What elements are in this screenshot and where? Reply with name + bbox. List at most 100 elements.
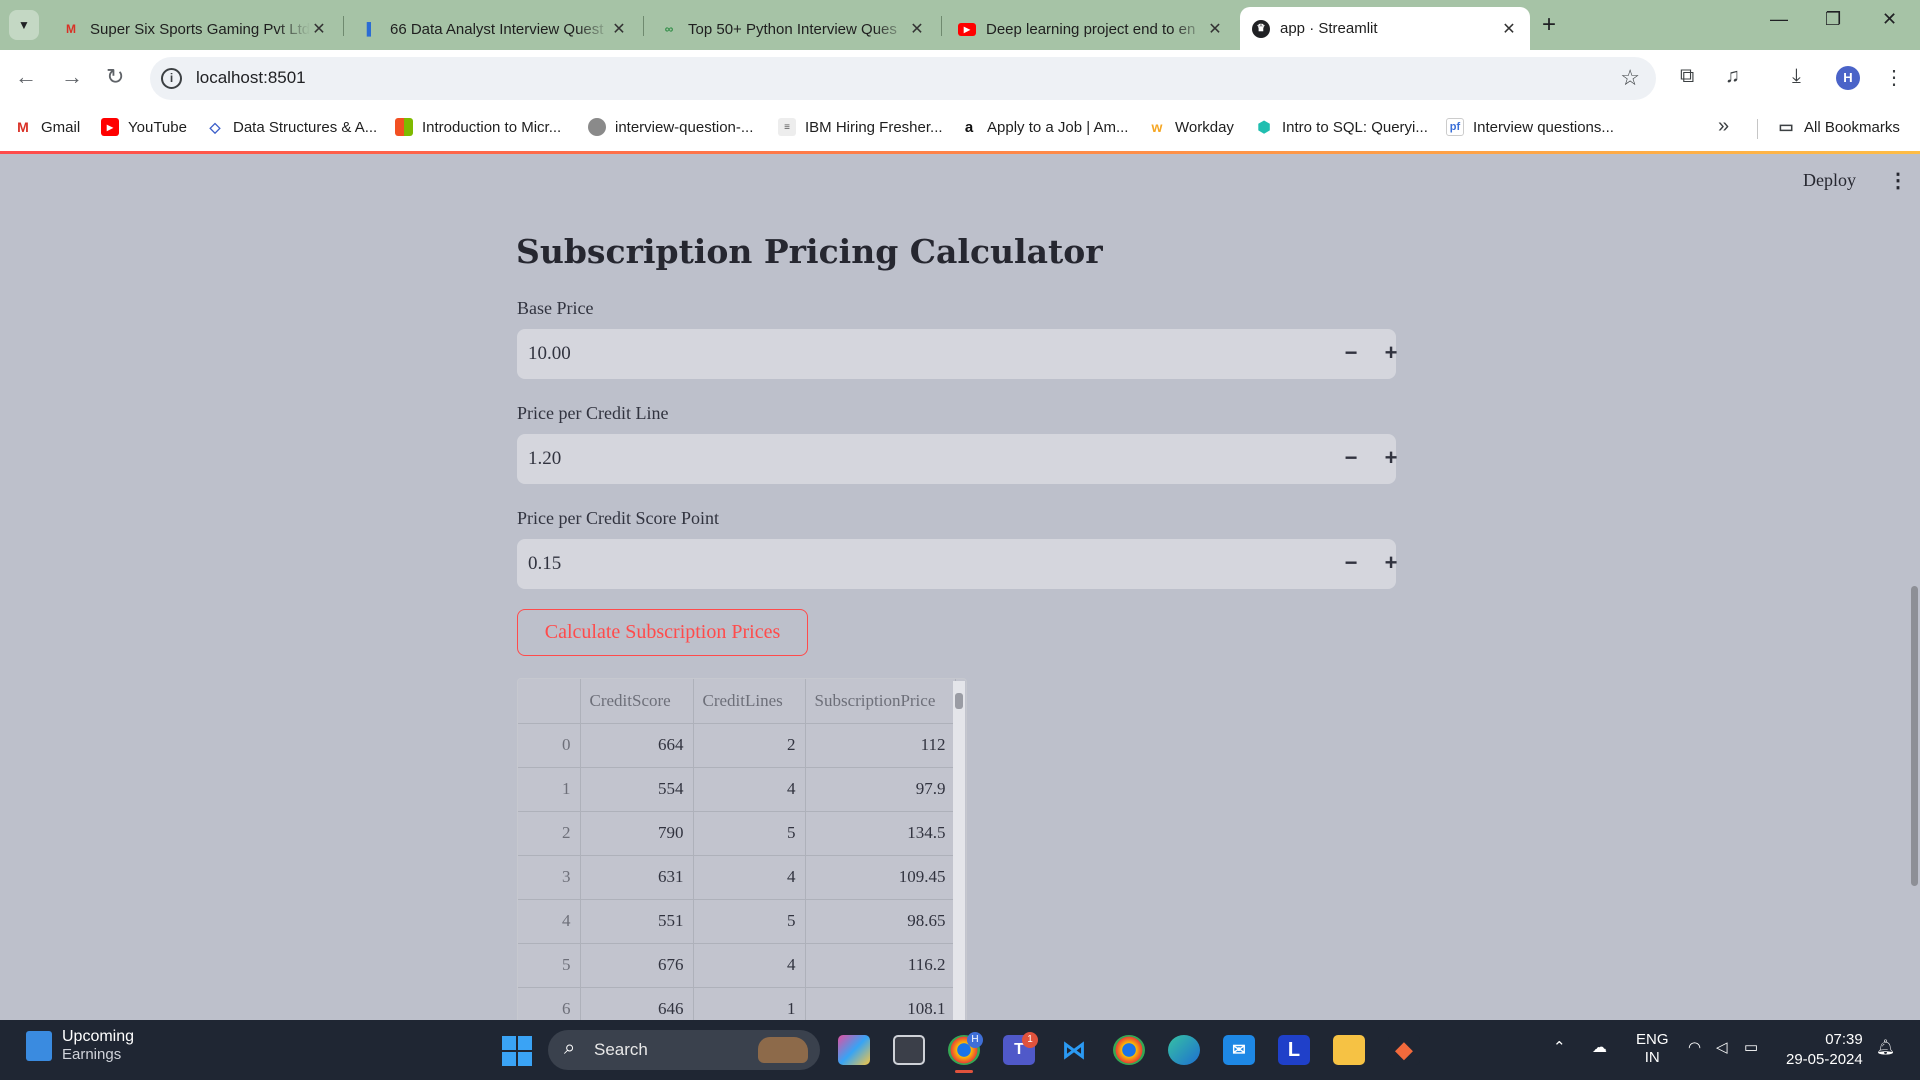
minimize-icon[interactable]: — — [1770, 9, 1788, 30]
task-view-icon[interactable] — [893, 1035, 925, 1065]
table-cell[interactable]: 109.45 — [805, 855, 956, 900]
url-text[interactable]: localhost:8501 — [196, 68, 306, 88]
onedrive-icon[interactable]: ☁ — [1592, 1038, 1607, 1056]
table-cell[interactable]: 4 — [693, 943, 806, 988]
browser-tab[interactable]: ▌ 66 Data Analyst Interview Quest ✕ — [350, 8, 640, 50]
table-scrollbar[interactable] — [953, 681, 965, 1020]
close-icon[interactable]: ✕ — [1206, 19, 1224, 39]
clock[interactable]: 07:39 29-05-2024 — [1786, 1030, 1863, 1070]
results-dataframe[interactable]: CreditScore CreditLines SubscriptionPric… — [517, 678, 967, 1020]
table-cell[interactable]: 4 — [693, 855, 806, 900]
browser-tab[interactable]: ▶ Deep learning project end to en ✕ — [946, 8, 1236, 50]
bookmark-item[interactable]: ▶ YouTube — [101, 107, 187, 147]
notification-bell-icon[interactable]: 🔔︎ — [1876, 1038, 1895, 1056]
decrement-button[interactable]: − — [1334, 442, 1368, 476]
bookmark-star-icon[interactable]: ☆ — [1620, 65, 1640, 91]
bookmark-item[interactable]: interview-question-... — [588, 107, 753, 147]
media-controls-icon[interactable]: ♫ — [1725, 65, 1740, 88]
git-icon[interactable]: ◆ — [1388, 1035, 1420, 1065]
table-cell[interactable]: 2 — [693, 723, 806, 768]
mail-icon[interactable]: ✉ — [1223, 1035, 1255, 1065]
close-icon[interactable]: ✕ — [310, 19, 328, 39]
window-close-icon[interactable]: ✕ — [1882, 9, 1897, 30]
close-icon[interactable]: ✕ — [1500, 19, 1518, 39]
increment-button[interactable]: + — [1374, 547, 1408, 581]
table-cell[interactable]: 664 — [580, 723, 694, 768]
decrement-button[interactable]: − — [1334, 337, 1368, 371]
bookmark-item[interactable]: ≡ IBM Hiring Fresher... — [778, 107, 943, 147]
bookmark-item[interactable]: pf Interview questions... — [1446, 107, 1614, 147]
base-price-input[interactable]: 10.00 − + — [517, 329, 1397, 379]
vscode-icon[interactable]: ⋈ — [1058, 1035, 1090, 1065]
table-cell[interactable]: 5 — [693, 811, 806, 856]
table-cell[interactable]: 97.9 — [805, 767, 956, 812]
browser-tab[interactable]: ∞ Top 50+ Python Interview Ques ✕ — [648, 8, 938, 50]
increment-button[interactable]: + — [1374, 442, 1408, 476]
column-header[interactable]: CreditLines — [693, 679, 806, 724]
bookmark-item[interactable]: ◇ Data Structures & A... — [206, 107, 378, 147]
table-cell[interactable]: 676 — [580, 943, 694, 988]
table-cell[interactable]: 134.5 — [805, 811, 956, 856]
base-price-value[interactable]: 10.00 — [528, 343, 571, 365]
tab-search-button[interactable]: ▼ — [9, 10, 39, 40]
bookmark-item[interactable]: M Gmail — [14, 107, 80, 147]
decrement-button[interactable]: − — [1334, 547, 1368, 581]
bookmark-item[interactable]: w Workday — [1148, 107, 1234, 147]
address-bar[interactable]: i localhost:8501 ☆ — [150, 57, 1656, 100]
table-cell[interactable]: 4 — [693, 767, 806, 812]
chrome-alt-icon[interactable] — [1113, 1035, 1145, 1065]
page-scrollbar[interactable] — [1911, 586, 1918, 886]
battery-icon[interactable]: ▭ — [1744, 1038, 1758, 1056]
bookmark-item[interactable]: Introduction to Micr... — [395, 107, 561, 147]
credit-line-price-input[interactable]: 1.20 − + — [517, 434, 1397, 484]
all-bookmarks-item[interactable]: ▭ All Bookmarks — [1777, 107, 1899, 147]
restore-icon[interactable]: ❐ — [1825, 9, 1841, 30]
close-icon[interactable]: ✕ — [610, 19, 628, 39]
reload-icon[interactable]: ↻ — [106, 64, 124, 90]
calculate-button[interactable]: Calculate Subscription Prices — [517, 609, 808, 656]
bookmark-item[interactable]: a Apply to a Job | Am... — [960, 107, 1128, 147]
site-info-icon[interactable]: i — [161, 68, 182, 89]
download-icon[interactable]: ⤓ — [1792, 65, 1801, 88]
bookmark-item[interactable]: ⬢ Intro to SQL: Queryi... — [1255, 107, 1427, 147]
table-cell[interactable]: 116.2 — [805, 943, 956, 988]
l-app-icon[interactable]: L — [1278, 1035, 1310, 1065]
browser-tab[interactable]: M Super Six Sports Gaming Pvt Ltd ✕ — [50, 8, 340, 50]
table-cell[interactable]: 98.65 — [805, 899, 956, 944]
taskbar-search[interactable]: ⌕ Search — [548, 1030, 820, 1070]
copilot-icon[interactable] — [838, 1035, 870, 1065]
table-cell[interactable]: 554 — [580, 767, 694, 812]
weather-widget[interactable]: Upcoming Earnings — [26, 1028, 134, 1063]
edge-icon[interactable] — [1168, 1035, 1200, 1065]
browser-menu-icon[interactable]: ⋮ — [1884, 65, 1904, 90]
start-icon[interactable] — [502, 1036, 532, 1066]
chevron-double-right-icon[interactable]: » — [1718, 115, 1729, 138]
file-explorer-icon[interactable] — [1333, 1035, 1365, 1065]
close-icon[interactable]: ✕ — [908, 19, 926, 39]
volume-icon[interactable]: ◁ — [1716, 1038, 1728, 1056]
language-indicator[interactable]: ENG IN — [1636, 1031, 1669, 1067]
credit-score-price-value[interactable]: 0.15 — [528, 553, 561, 575]
back-icon[interactable]: ← — [15, 64, 37, 90]
browser-tab-active[interactable]: ♛ app · Streamlit ✕ — [1240, 7, 1530, 50]
increment-button[interactable]: + — [1374, 337, 1408, 371]
table-cell[interactable]: 790 — [580, 811, 694, 856]
credit-line-price-value[interactable]: 1.20 — [528, 448, 561, 470]
wifi-icon[interactable]: ◠ — [1688, 1038, 1701, 1056]
column-header[interactable]: CreditScore — [580, 679, 694, 724]
forward-icon[interactable]: → — [61, 64, 83, 90]
column-header[interactable]: SubscriptionPrice — [805, 679, 956, 724]
table-cell[interactable]: 1 — [693, 987, 806, 1020]
new-tab-button[interactable]: + — [1542, 11, 1556, 39]
table-cell[interactable]: 112 — [805, 723, 956, 768]
main-menu-icon[interactable]: ⋮ — [1888, 168, 1908, 193]
table-cell[interactable]: 551 — [580, 899, 694, 944]
extensions-icon[interactable]: ⧉ — [1680, 65, 1694, 88]
chevron-up-icon[interactable]: ⌃ — [1553, 1038, 1566, 1056]
profile-avatar[interactable]: H — [1836, 66, 1860, 90]
table-cell[interactable]: 5 — [693, 899, 806, 944]
table-cell[interactable]: 108.1 — [805, 987, 956, 1020]
deploy-button[interactable]: Deploy — [1803, 170, 1856, 191]
credit-score-price-input[interactable]: 0.15 − + — [517, 539, 1397, 589]
table-cell[interactable]: 646 — [580, 987, 694, 1020]
